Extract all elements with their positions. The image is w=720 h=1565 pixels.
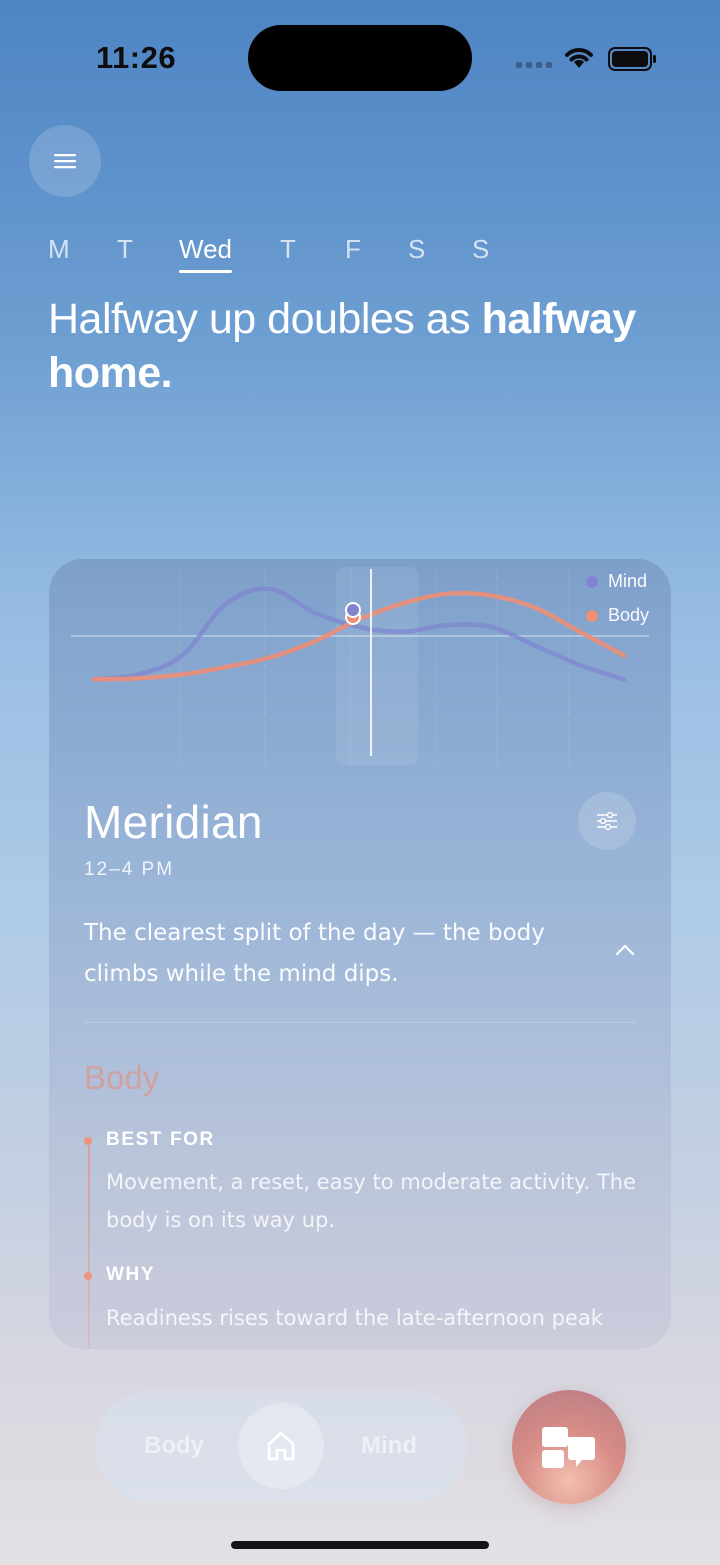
chevron-up-icon[interactable] bbox=[614, 943, 636, 957]
section-title-body: Body bbox=[84, 1059, 160, 1096]
chart-legend: Mind Body bbox=[585, 571, 649, 639]
legend-label-mind: Mind bbox=[607, 571, 647, 591]
day-tab-wed[interactable]: Wed bbox=[179, 234, 232, 273]
sliders-icon bbox=[597, 811, 617, 831]
settings-button[interactable] bbox=[578, 792, 636, 850]
day-selector: M T Wed T F S S bbox=[48, 234, 508, 274]
period-description: The clearest split of the day — the body… bbox=[84, 920, 545, 987]
wifi-icon bbox=[565, 48, 593, 68]
why-text: Readiness rises toward the late-afternoo… bbox=[106, 1306, 603, 1330]
timeline-dot bbox=[84, 1137, 92, 1145]
why-label: WHY bbox=[106, 1264, 156, 1285]
chat-bubbles-icon bbox=[542, 1427, 595, 1468]
timeline-line bbox=[88, 1139, 90, 1349]
legend-dot-body bbox=[585, 609, 598, 622]
legend-item-mind: Mind bbox=[585, 571, 649, 592]
battery-icon bbox=[608, 47, 656, 71]
day-tab-tue[interactable]: T bbox=[117, 234, 133, 265]
headline-regular: Halfway up doubles as bbox=[48, 295, 482, 343]
period-title: Meridian bbox=[84, 796, 263, 848]
dynamic-island bbox=[248, 25, 472, 91]
best-for-text: Movement, a reset, easy to moderate acti… bbox=[106, 1170, 636, 1232]
tab-bar: Body Mind bbox=[95, 1390, 467, 1502]
energy-chart[interactable] bbox=[49, 559, 671, 779]
day-tab-thu[interactable]: T bbox=[280, 234, 296, 265]
home-icon bbox=[267, 1431, 295, 1461]
timeline-dot bbox=[84, 1272, 92, 1280]
legend-item-body: Body bbox=[585, 605, 649, 626]
day-tab-mon[interactable]: M bbox=[48, 234, 70, 265]
day-tab-fri[interactable]: F bbox=[345, 234, 361, 265]
hamburger-icon bbox=[54, 154, 76, 169]
tab-body[interactable]: Body bbox=[144, 1432, 204, 1460]
legend-dot-mind bbox=[585, 575, 598, 588]
tab-mind[interactable]: Mind bbox=[361, 1432, 417, 1460]
best-for-label: BEST FOR bbox=[106, 1129, 215, 1150]
period-card: Mind Body Meridian 12–4 PM The clearest … bbox=[49, 559, 671, 1349]
highlight-band bbox=[336, 567, 418, 765]
legend-label-body: Body bbox=[607, 605, 649, 625]
status-time: 11:26 bbox=[96, 40, 177, 75]
day-tab-sun[interactable]: S bbox=[472, 234, 489, 265]
period-time: 12–4 PM bbox=[84, 859, 175, 880]
home-button[interactable] bbox=[238, 1403, 324, 1489]
headline: Halfway up doubles as halfway home. bbox=[48, 292, 668, 400]
chat-button[interactable] bbox=[512, 1390, 626, 1504]
menu-button[interactable] bbox=[29, 125, 101, 197]
day-tab-sat[interactable]: S bbox=[408, 234, 425, 265]
marker-mind bbox=[345, 602, 361, 618]
divider bbox=[84, 1022, 636, 1023]
cellular-signal-icon bbox=[516, 62, 552, 68]
home-indicator bbox=[231, 1541, 489, 1549]
